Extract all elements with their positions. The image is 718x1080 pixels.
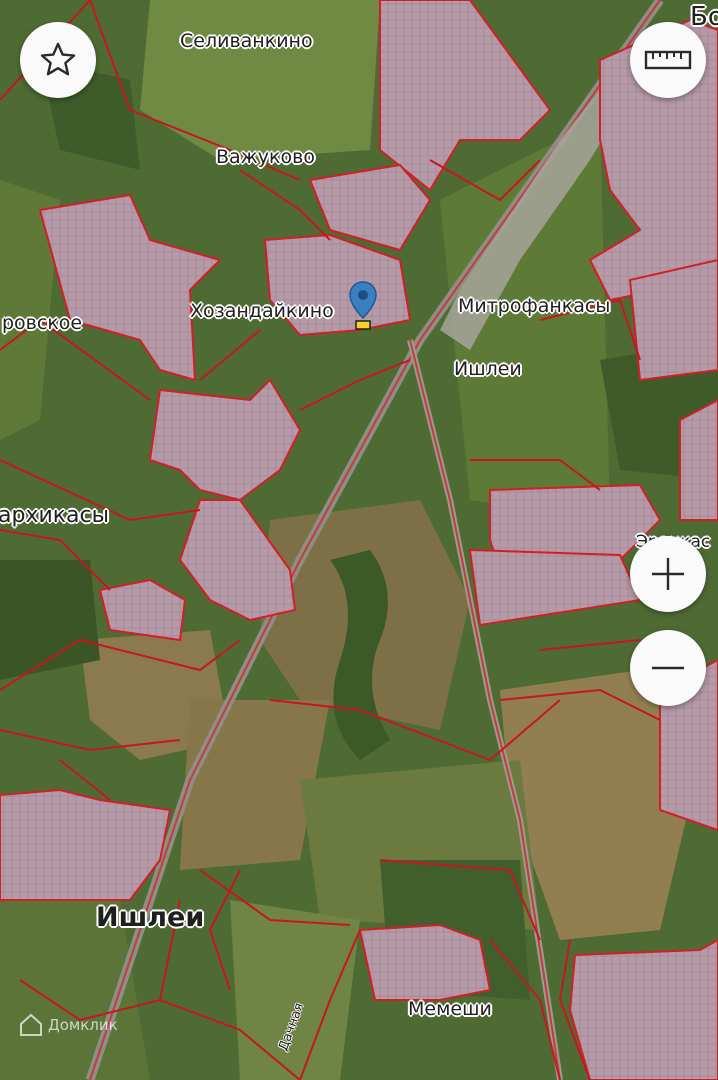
ruler-icon <box>644 50 692 70</box>
place-label-vazhukovo: Важуково <box>216 146 315 168</box>
place-label-rovskoe: ровское <box>2 312 83 334</box>
domclick-logo-icon <box>20 1013 42 1036</box>
plus-icon <box>652 558 684 590</box>
minus-icon <box>652 666 684 670</box>
zoom-out-button[interactable] <box>630 630 706 706</box>
place-label-selivankino: Селиванкино <box>180 30 313 52</box>
watermark: Домклик <box>18 1012 118 1038</box>
place-label-arkhikasy: архикасы <box>0 503 109 528</box>
star-icon <box>40 42 76 76</box>
ruler-button[interactable] <box>630 22 706 98</box>
place-label-memeshi: Мемеши <box>408 998 492 1020</box>
place-label-mitrofankasy: Митрофанкасы <box>458 295 611 317</box>
favorite-button[interactable] <box>20 22 96 98</box>
place-label-khozandaikino: Хозандайкино <box>190 300 334 322</box>
place-label-top-right-partial: Бо <box>690 2 718 32</box>
place-label-ishlei-station: Ишлеи <box>454 358 522 380</box>
location-pin-icon[interactable] <box>348 280 378 332</box>
place-label-ishlei-town: Ишлеи <box>96 902 205 933</box>
zoom-in-button[interactable] <box>630 536 706 612</box>
watermark-text: Домклик <box>48 1016 118 1034</box>
